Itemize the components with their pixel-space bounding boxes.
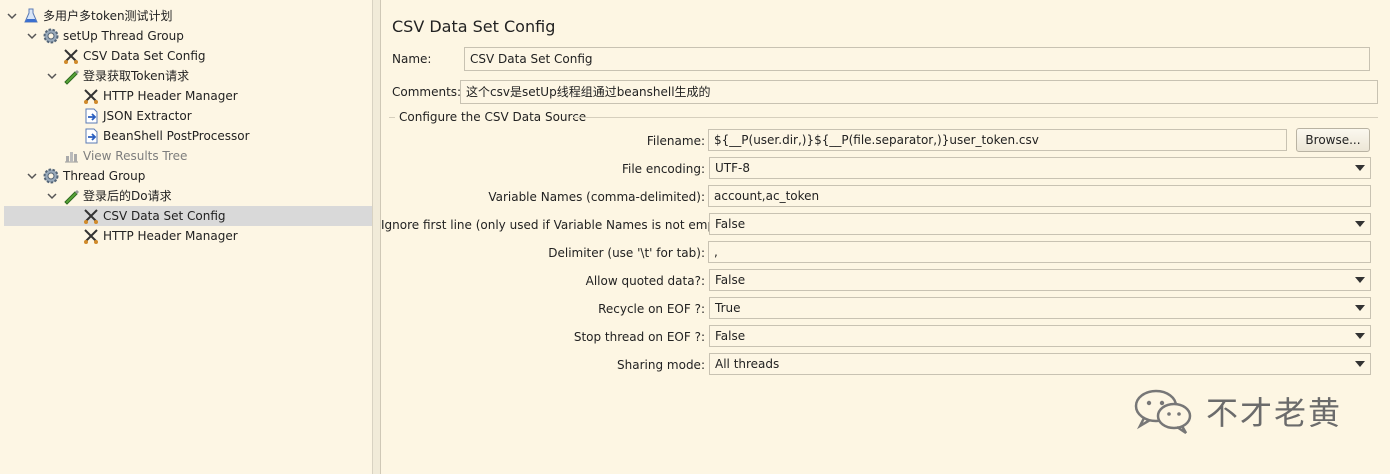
allow-quoted-label: Allow quoted data?:	[585, 274, 705, 288]
tree-node-label: CSV Data Set Config	[83, 49, 206, 63]
chevron-down-icon[interactable]	[6, 10, 18, 22]
chevron-down-icon[interactable]	[1354, 163, 1366, 173]
name-label: Name:	[392, 52, 432, 66]
chevron-down-icon[interactable]	[46, 70, 58, 82]
sharing-mode-value: All threads	[715, 357, 780, 371]
tree-node-label: 登录后的Do请求	[83, 189, 172, 203]
group-divider-left	[389, 117, 395, 118]
document-arrow-icon	[82, 107, 100, 125]
tree-node-beanshell-postprocessor[interactable]: BeanShell PostProcessor	[82, 126, 250, 146]
group-divider	[573, 117, 1378, 118]
scissors-icon	[82, 87, 100, 105]
csv-source-group-title: Configure the CSV Data Source	[399, 110, 587, 124]
encoding-select[interactable]: UTF-8	[709, 157, 1371, 179]
gear-icon	[42, 27, 60, 45]
sharing-mode-select[interactable]: All threads	[709, 353, 1371, 375]
tree-node-thread-group[interactable]: Thread Group	[26, 166, 145, 186]
panel-title: CSV Data Set Config	[392, 17, 556, 36]
scissors-icon	[82, 227, 100, 245]
tree-node-do-request[interactable]: 登录后的Do请求	[46, 186, 172, 206]
chevron-down-icon[interactable]	[1354, 331, 1366, 341]
watermark-text: 不才老黄	[1206, 394, 1343, 432]
delimiter-field[interactable]: ,	[708, 241, 1371, 263]
tree-node-test-plan[interactable]: 多用户多token测试计划	[6, 6, 173, 26]
tree-node-label: 多用户多token测试计划	[43, 9, 173, 23]
stop-thread-eof-label: Stop thread on EOF ?:	[573, 330, 705, 344]
stop-thread-eof-select[interactable]: False	[709, 325, 1371, 347]
tree-node-label: HTTP Header Manager	[103, 229, 238, 243]
comments-field[interactable]: 这个csv是setUp线程组通过beanshell生成的	[460, 80, 1378, 104]
tree-node-csv-config-1[interactable]: CSV Data Set Config	[62, 46, 206, 66]
tree-node-csv-config-2[interactable]: CSV Data Set Config	[4, 206, 372, 226]
tree-node-http-header-manager-1[interactable]: HTTP Header Manager	[82, 86, 238, 106]
tree-node-label: setUp Thread Group	[63, 29, 184, 43]
ignore-first-line-value: False	[715, 217, 746, 231]
chevron-down-icon[interactable]	[26, 30, 38, 42]
wechat-icon	[1130, 386, 1198, 436]
flask-icon	[22, 7, 40, 25]
recycle-eof-value: True	[715, 301, 741, 315]
filename-label: Filename:	[646, 134, 705, 148]
tree-node-label: HTTP Header Manager	[103, 89, 238, 103]
name-field[interactable]: CSV Data Set Config	[464, 47, 1370, 71]
pen-icon	[62, 187, 80, 205]
tree-node-http-header-manager-2[interactable]: HTTP Header Manager	[82, 226, 238, 246]
gear-icon	[42, 167, 60, 185]
chevron-down-icon[interactable]	[1354, 303, 1366, 313]
tree-node-setup-thread-group[interactable]: setUp Thread Group	[26, 26, 184, 46]
tree-node-label: BeanShell PostProcessor	[103, 129, 250, 143]
variable-names-label: Variable Names (comma-delimited):	[488, 190, 705, 204]
test-plan-tree[interactable]: 多用户多token测试计划 setUp Thread Group CSV Dat…	[0, 0, 373, 474]
document-arrow-icon	[82, 127, 100, 145]
allow-quoted-value: False	[715, 273, 746, 287]
pen-icon	[62, 67, 80, 85]
variable-names-field[interactable]: account,ac_token	[708, 185, 1371, 207]
split-pane-divider[interactable]	[373, 0, 381, 474]
encoding-label: File encoding:	[621, 162, 705, 176]
scissors-icon	[82, 207, 100, 225]
chevron-down-icon[interactable]	[46, 190, 58, 202]
encoding-value: UTF-8	[715, 161, 750, 175]
scissors-icon	[62, 47, 80, 65]
chevron-down-icon[interactable]	[1354, 359, 1366, 369]
ignore-first-line-label: Ignore first line (only used if Variable…	[381, 218, 736, 232]
recycle-eof-select[interactable]: True	[709, 297, 1371, 319]
recycle-eof-label: Recycle on EOF ?:	[598, 302, 705, 316]
sharing-mode-label: Sharing mode:	[617, 358, 705, 372]
tree-node-label: 登录获取Token请求	[83, 69, 190, 83]
browse-button[interactable]: Browse...	[1296, 128, 1370, 152]
delimiter-label: Delimiter (use '\t' for tab):	[548, 246, 705, 260]
tree-node-login-token-request[interactable]: 登录获取Token请求	[46, 66, 189, 86]
tree-node-label: CSV Data Set Config	[103, 209, 226, 223]
tree-node-json-extractor[interactable]: JSON Extractor	[82, 106, 192, 126]
tree-node-label: Thread Group	[63, 169, 146, 183]
chart-icon	[62, 147, 80, 165]
watermark: 不才老黄	[1130, 386, 1342, 436]
allow-quoted-select[interactable]: False	[709, 269, 1371, 291]
chevron-down-icon[interactable]	[1354, 219, 1366, 229]
comments-label: Comments:	[392, 85, 462, 99]
tree-node-label: View Results Tree	[83, 149, 188, 163]
tree-node-label: JSON Extractor	[103, 109, 192, 123]
chevron-down-icon[interactable]	[1354, 275, 1366, 285]
filename-field[interactable]: ${__P(user.dir,)}${__P(file.separator,)}…	[708, 129, 1287, 151]
stop-thread-eof-value: False	[715, 329, 746, 343]
ignore-first-line-select[interactable]: False	[709, 213, 1371, 235]
tree-node-view-results-tree[interactable]: View Results Tree	[62, 146, 187, 166]
chevron-down-icon[interactable]	[26, 170, 38, 182]
